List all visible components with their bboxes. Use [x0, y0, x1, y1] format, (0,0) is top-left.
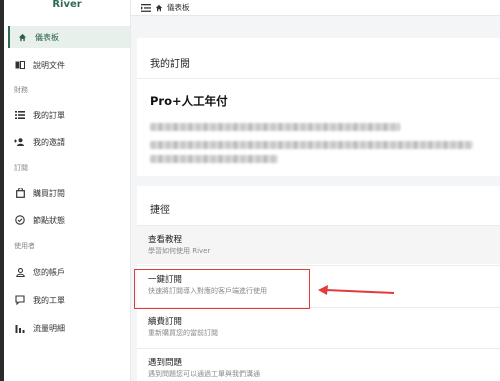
top-breadcrumb-bar: 儀表板	[131, 0, 500, 16]
shortcut-title: 續費訂閱	[148, 317, 183, 327]
subscription-title: 我的訂閱	[150, 59, 190, 70]
shortcut-tutorial[interactable]: 查看教程 學習如何使用 River	[137, 226, 500, 264]
sidebar-item-label: 我的訂單	[33, 110, 65, 120]
sidebar-item-label: 節點狀態	[33, 215, 65, 225]
redacted-text	[150, 123, 400, 131]
sidebar-item-orders[interactable]: 我的訂單	[8, 104, 130, 126]
sidebar-item-dashboard[interactable]: 儀表板	[8, 26, 130, 48]
shortcut-title: 遇到問題	[148, 358, 183, 368]
redacted-text	[150, 155, 278, 163]
sidebar: River 儀表板 說明文件 財務 我的訂單 我的邀請 訂閱 購買訂閱 節點狀態…	[4, 0, 131, 381]
annotation-arrow-icon	[318, 285, 395, 295]
sidebar-item-label: 流量明細	[33, 323, 65, 333]
sidebar-item-label: 您的帳戶	[33, 267, 65, 277]
shortcut-desc: 重新購買您的當前訂閱	[148, 329, 218, 337]
sidebar-item-account[interactable]: 您的帳戶	[8, 261, 130, 283]
bag-icon	[14, 187, 26, 199]
home-icon	[155, 4, 163, 12]
group-label-finance: 財務	[14, 86, 28, 94]
check-circle-icon	[14, 214, 26, 226]
shortcut-help[interactable]: 遇到問題 遇到問題您可以通過工單與我們溝通	[137, 349, 500, 381]
sidebar-item-label: 我的邀請	[33, 137, 65, 147]
sidebar-item-invites[interactable]: 我的邀請	[8, 131, 130, 153]
list-icon	[14, 109, 26, 121]
users-icon	[14, 136, 26, 148]
shortcut-desc: 遇到問題您可以通過工單與我們溝通	[148, 370, 260, 378]
divider	[137, 78, 500, 79]
shortcuts-title: 捷徑	[150, 205, 170, 216]
redacted-text	[150, 141, 473, 149]
sidebar-item-label: 說明文件	[33, 60, 65, 70]
subscription-card: 我的訂閱 Pro+人工年付	[137, 38, 500, 176]
sidebar-item-label: 我的工單	[33, 295, 65, 305]
shortcut-desc: 學習如何使用 River	[148, 247, 211, 255]
book-icon	[14, 59, 26, 71]
shortcut-renew[interactable]: 續費訂閱 重新購買您的當前訂閱	[137, 308, 500, 346]
group-label-user: 使用者	[14, 242, 35, 250]
breadcrumb-current: 儀表板	[167, 3, 190, 12]
sidebar-item-label: 儀表板	[35, 32, 59, 42]
home-icon	[16, 31, 28, 43]
group-label-subscription: 訂閱	[14, 164, 28, 172]
sidebar-item-buy-subscription[interactable]: 購買訂閱	[8, 182, 130, 204]
sidebar-item-label: 購買訂閱	[33, 188, 65, 198]
sidebar-item-tickets[interactable]: 我的工單	[8, 289, 130, 311]
bar-chart-icon	[14, 322, 26, 334]
chat-icon	[14, 294, 26, 306]
menu-toggle-icon[interactable]	[141, 3, 151, 12]
sidebar-item-node-status[interactable]: 節點狀態	[8, 209, 130, 231]
user-icon	[14, 266, 26, 278]
plan-name: Pro+人工年付	[150, 94, 228, 108]
brand-logo[interactable]: River	[4, 0, 130, 18]
highlight-box	[134, 269, 310, 309]
sidebar-item-docs[interactable]: 說明文件	[8, 54, 130, 76]
sidebar-item-traffic[interactable]: 流量明細	[8, 317, 130, 339]
shortcut-title: 查看教程	[148, 235, 183, 245]
